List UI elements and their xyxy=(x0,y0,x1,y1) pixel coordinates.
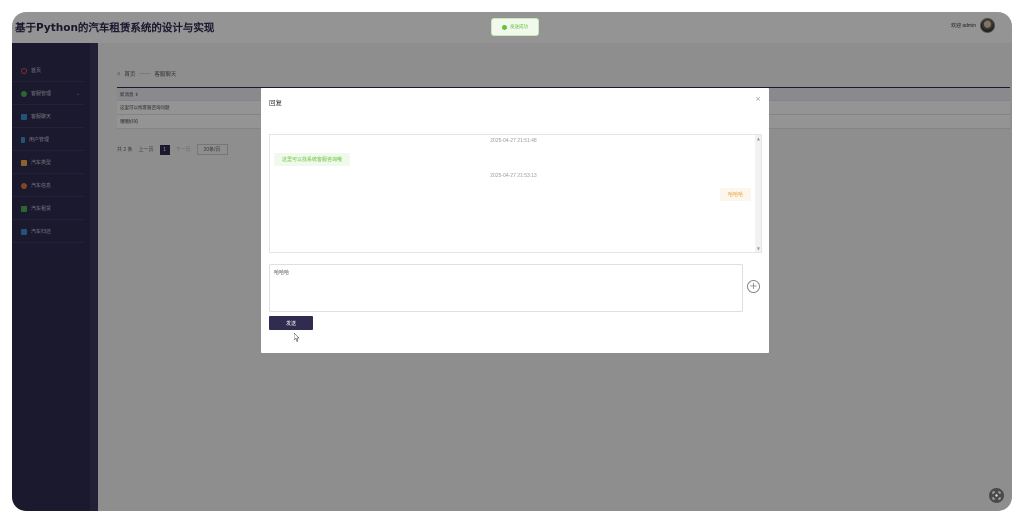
chat-scrollbar[interactable]: ▲ ▼ xyxy=(755,135,761,252)
message-bubble-received: 这里可以找系统客服咨询哦 xyxy=(274,153,351,166)
message-timestamp: 2025-04-27 21:53:13 xyxy=(490,173,537,179)
plus-icon: + xyxy=(749,280,758,292)
close-icon[interactable]: × xyxy=(755,95,761,103)
toast-text: 发送成功 xyxy=(510,24,528,29)
chat-history[interactable]: 2025-04-27 21:51:48 这里可以找系统客服咨询哦 2025-04… xyxy=(269,134,762,253)
message-input[interactable]: 哈哈哈 xyxy=(269,264,743,312)
dialog-title: 回复 xyxy=(269,100,282,107)
reply-dialog: 回复 × 2025-04-27 21:51:48 这里可以找系统客服咨询哦 20… xyxy=(261,88,769,353)
app-window: 基于Python的汽车租赁系统的设计与实现 欢迎 admin 首页 客服管理 ⌄… xyxy=(12,12,1012,511)
success-toast: 发送成功 xyxy=(491,18,539,36)
screenshot-glyph-icon xyxy=(992,491,1001,500)
add-attachment-button[interactable]: + xyxy=(747,280,760,293)
send-button[interactable]: 发送 xyxy=(269,316,313,330)
check-circle-icon xyxy=(502,24,507,30)
message-timestamp: 2025-04-27 21:51:48 xyxy=(490,138,537,144)
screenshot-icon[interactable] xyxy=(989,488,1004,503)
pointer-cursor-icon xyxy=(294,333,300,342)
message-bubble-sent: 哈哈哈 xyxy=(719,188,751,201)
scroll-down-icon[interactable]: ▼ xyxy=(757,246,760,251)
scroll-up-icon[interactable]: ▲ xyxy=(757,136,760,141)
